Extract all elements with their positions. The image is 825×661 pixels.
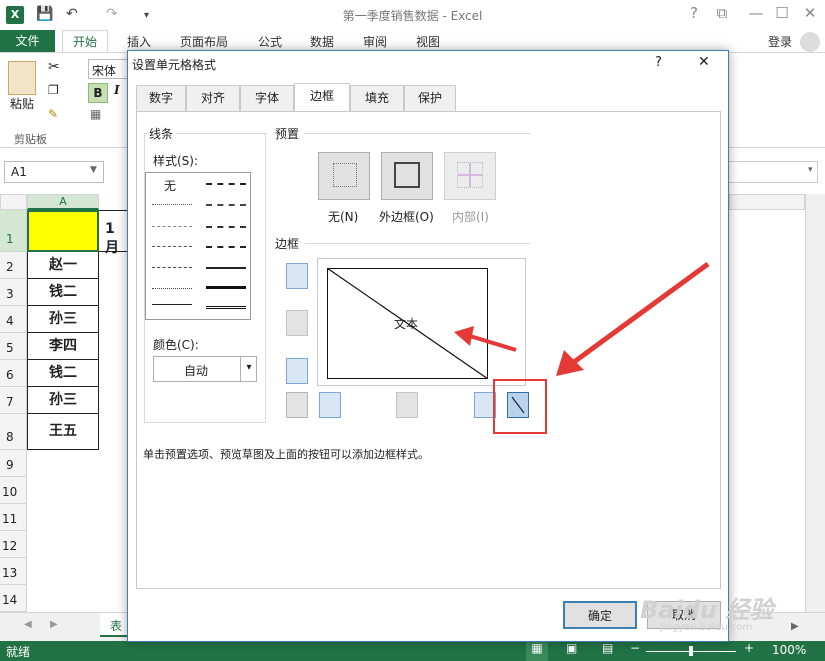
watermark: Baidu 经验 [640, 596, 774, 624]
annotation-arrow [572, 261, 710, 365]
watermark-url: jingyan.baidu.com [660, 622, 753, 633]
annotation-arrow-head [454, 326, 474, 346]
annotation-arrow [469, 334, 517, 352]
annotation-arrow-head [556, 350, 584, 376]
annotation-arrows [454, 261, 710, 376]
